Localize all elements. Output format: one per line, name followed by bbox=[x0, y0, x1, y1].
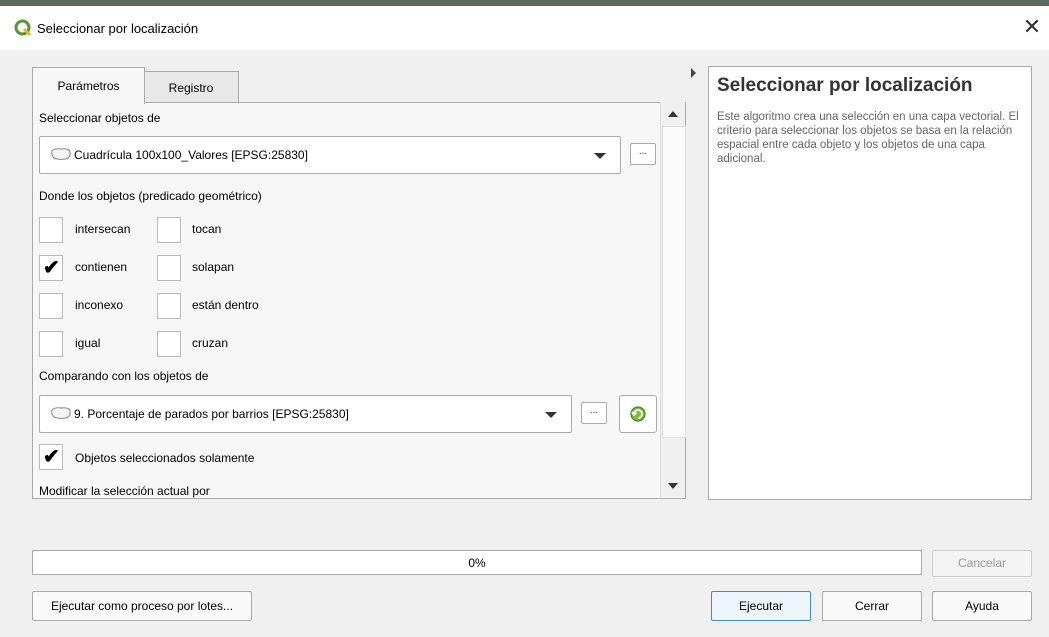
run-button[interactable]: Ejecutar bbox=[711, 591, 811, 621]
help-panel: Seleccionar por localización Este algori… bbox=[708, 66, 1032, 500]
select-from-value: Cuadrícula 100x100_Valores [EPSG:25830] bbox=[74, 148, 308, 162]
checkbox-inconexo[interactable] bbox=[39, 293, 63, 319]
predicate-label: Donde los objetos (predicado geométrico) bbox=[39, 189, 262, 203]
predicate-label-estan-dentro: están dentro bbox=[192, 298, 259, 312]
checkbox-contienen[interactable]: ✔ bbox=[39, 255, 63, 281]
batch-process-button[interactable]: Ejecutar como proceso por lotes... bbox=[32, 591, 252, 621]
select-from-combo[interactable]: Cuadrícula 100x100_Valores [EPSG:25830] bbox=[39, 136, 621, 174]
select-from-dots-button[interactable]: ... bbox=[630, 143, 656, 165]
checkmark-icon: ✔ bbox=[43, 446, 60, 468]
progress-bar: 0% bbox=[32, 550, 922, 575]
chevron-down-icon[interactable] bbox=[594, 153, 606, 159]
predicate-label-tocan: tocan bbox=[192, 222, 222, 236]
window-title: Seleccionar por localización bbox=[37, 21, 199, 36]
help-body: Este algoritmo crea una selección en una… bbox=[717, 111, 1019, 165]
params-scrollbar[interactable] bbox=[660, 102, 686, 497]
qgis-logo-icon bbox=[14, 19, 32, 37]
window-top-edge bbox=[0, 0, 1049, 6]
predicate-label-cruzan: cruzan bbox=[192, 336, 229, 350]
compare-dots-button[interactable]: ... bbox=[581, 402, 607, 424]
predicate-label-intersecan: intersecan bbox=[75, 222, 131, 236]
scroll-up-icon[interactable] bbox=[668, 111, 678, 117]
chevron-down-icon[interactable] bbox=[545, 412, 557, 418]
tab-parametros[interactable]: Parámetros bbox=[32, 67, 145, 104]
predicate-label-inconexo: inconexo bbox=[75, 298, 124, 312]
checkbox-estan-dentro[interactable] bbox=[157, 293, 181, 319]
compare-value: 9. Porcentaje de parados por barrios [EP… bbox=[74, 407, 349, 421]
polygon-layer-icon bbox=[51, 407, 71, 419]
checkbox-tocan[interactable] bbox=[157, 217, 181, 243]
modify-label: Modificar la selección actual por bbox=[39, 484, 210, 498]
selected-only-label: Objetos seleccionados solamente bbox=[75, 451, 255, 465]
progress-text: 0% bbox=[468, 556, 486, 570]
tab-registro[interactable]: Registro bbox=[143, 71, 239, 105]
checkbox-igual[interactable] bbox=[39, 331, 63, 357]
scroll-thumb[interactable] bbox=[662, 126, 686, 438]
compare-combo[interactable]: 9. Porcentaje de parados por barrios [EP… bbox=[39, 395, 572, 433]
checkbox-selected-only[interactable]: ✔ bbox=[39, 444, 63, 470]
parameters-panel: Seleccionar objetos de Cuadrícula 100x10… bbox=[32, 102, 686, 499]
checkmark-icon: ✔ bbox=[43, 257, 60, 279]
polygon-layer-icon bbox=[51, 148, 71, 160]
close-icon[interactable]: ✕ bbox=[1020, 15, 1044, 39]
refresh-icon bbox=[630, 406, 646, 422]
close-button[interactable]: Cerrar bbox=[822, 591, 922, 621]
splitter-arrow-icon[interactable] bbox=[691, 68, 696, 78]
predicate-label-contienen: contienen bbox=[75, 260, 128, 274]
select-from-label: Seleccionar objetos de bbox=[39, 111, 161, 125]
scroll-down-icon[interactable] bbox=[668, 483, 678, 489]
help-title: Seleccionar por localización bbox=[717, 75, 973, 96]
predicate-label-igual: igual bbox=[75, 336, 101, 350]
title-bar: Seleccionar por localización ✕ bbox=[0, 0, 1049, 50]
checkbox-intersecan[interactable] bbox=[39, 217, 63, 243]
compare-label: Comparando con los objetos de bbox=[39, 369, 209, 383]
predicate-label-solapan: solapan bbox=[192, 260, 235, 274]
help-button[interactable]: Ayuda bbox=[932, 591, 1032, 621]
cancel-button[interactable]: Cancelar bbox=[932, 550, 1032, 577]
checkbox-solapan[interactable] bbox=[157, 255, 181, 281]
checkbox-cruzan[interactable] bbox=[157, 331, 181, 357]
iterate-button[interactable] bbox=[619, 395, 657, 433]
